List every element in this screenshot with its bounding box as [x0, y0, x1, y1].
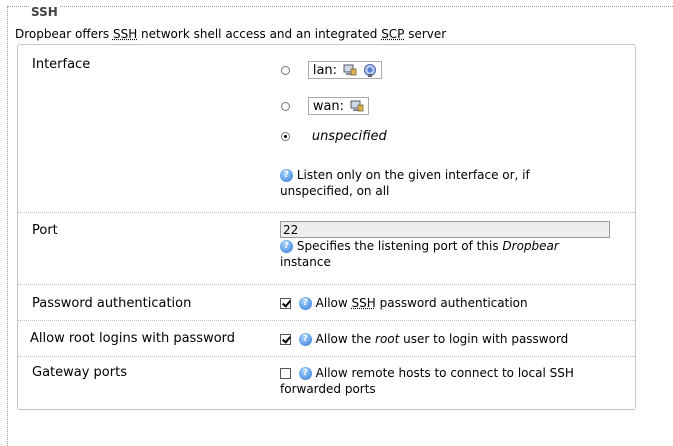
wireless-icon [363, 64, 377, 77]
interface-radio-unspecified[interactable] [281, 132, 290, 141]
interface-option-wan[interactable]: wan: [281, 97, 370, 115]
scp-abbr: SCP [381, 27, 405, 41]
port-input[interactable] [280, 221, 610, 238]
interface-radio-lan[interactable] [281, 65, 290, 75]
interface-row: Interface lan: wan: unspecified ? Listen… [18, 45, 635, 213]
gateway-ports-checkbox[interactable] [280, 368, 291, 379]
interface-option-lan[interactable]: lan: [281, 61, 383, 79]
settings-box: Interface lan: wan: unspecified ? Listen… [17, 44, 636, 410]
password-auth-row: Password authentication ? Allow SSH pass… [18, 285, 635, 321]
interface-lan-name: lan: [312, 63, 338, 78]
network-interface-icon [350, 100, 364, 113]
help-icon: ? [280, 169, 293, 182]
interface-option-unspecified[interactable]: unspecified [281, 129, 387, 144]
help-icon: ? [298, 367, 312, 380]
password-auth-checkbox[interactable] [280, 298, 291, 309]
port-label: Port [32, 223, 58, 238]
interface-label: Interface [32, 57, 91, 72]
ssh-abbr: SSH [112, 27, 138, 41]
interface-help: ? Listen only on the given interface or,… [280, 168, 530, 198]
interface-radio-wan[interactable] [281, 101, 290, 111]
help-icon: ? [298, 333, 312, 346]
help-icon: ? [280, 240, 293, 253]
help-icon: ? [298, 297, 312, 310]
gateway-ports-field: ? Allow remote hosts to connect to local… [280, 366, 574, 396]
root-login-row: Allow root logins with password ? Allow … [18, 321, 635, 357]
gateway-ports-row: Gateway ports ? Allow remote hosts to co… [18, 357, 635, 409]
network-interface-icon [343, 64, 357, 77]
interface-wan-badge: wan: [307, 97, 370, 115]
interface-lan-badge: lan: [307, 61, 383, 79]
interface-wan-name: wan: [312, 99, 345, 114]
section-description: Dropbear offers SSH network shell access… [15, 27, 447, 41]
password-auth-label: Password authentication [32, 296, 192, 311]
root-login-field: ? Allow the root user to login with pass… [280, 331, 568, 347]
password-auth-field: ? Allow SSH password authentication [280, 295, 528, 311]
interface-unspecified-label: unspecified [311, 129, 387, 144]
root-login-checkbox[interactable] [280, 334, 291, 345]
section-legend: SSH [29, 5, 60, 19]
port-row: Port ? Specifies the listening port of t… [18, 213, 635, 285]
port-field: ? Specifies the listening port of this D… [280, 221, 610, 270]
ssh-abbr: SSH [351, 296, 376, 310]
gateway-ports-label: Gateway ports [32, 365, 127, 380]
root-login-label: Allow root logins with password [30, 331, 236, 346]
